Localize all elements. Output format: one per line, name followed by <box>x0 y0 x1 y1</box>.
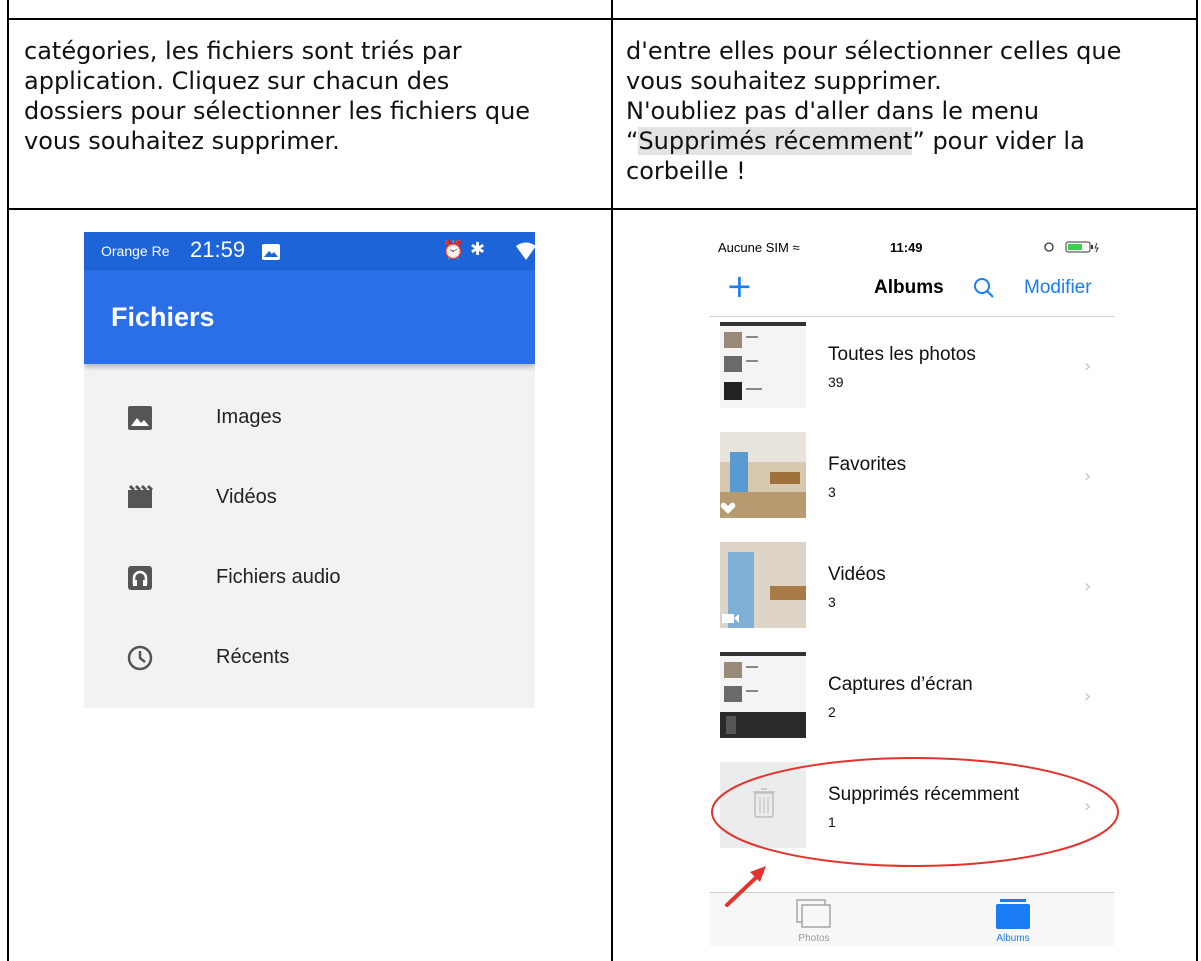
right-text-line: corbeille ! <box>626 157 746 185</box>
album-name: Supprimés récemment <box>828 784 1020 805</box>
carrier-label: Orange Re <box>101 243 170 259</box>
album-thumbnail <box>720 652 806 738</box>
tab-photos[interactable]: Photos <box>754 893 874 946</box>
ios-nav-bar: + Albums Modifier <box>710 260 1114 317</box>
category-label: Fichiers audio <box>216 566 341 588</box>
table-border-right <box>1196 0 1198 961</box>
right-text-line: vous souhaitez supprimer. <box>626 67 942 95</box>
chevron-right-icon: › <box>1084 686 1092 707</box>
battery-icon <box>1044 241 1104 256</box>
album-name: Vidéos <box>828 564 886 585</box>
tab-albums[interactable]: Albums <box>953 893 1073 946</box>
add-album-button[interactable]: + <box>726 266 753 306</box>
right-text-line: N'oubliez pas d'aller dans le menu <box>626 97 1040 125</box>
album-count: 1 <box>828 814 836 830</box>
trash-icon <box>753 788 775 822</box>
tab-label: Albums <box>996 933 1030 944</box>
album-count: 39 <box>828 374 844 390</box>
right-text-line: d'entre elles pour sélectionner celles q… <box>626 37 1122 65</box>
album-row-favorites[interactable]: Favorites 3 › <box>710 428 1114 538</box>
album-row-videos[interactable]: Vidéos 3 › <box>710 538 1114 648</box>
highlighted-menu-name: Supprimés récemment <box>638 127 913 155</box>
chevron-right-icon: › <box>1084 576 1092 597</box>
alarm-icon: ⏰ <box>442 240 465 261</box>
android-status-bar: Orange Re 21:59 ⏰ ✱ <box>84 232 535 270</box>
wifi-icon <box>516 242 535 264</box>
quote-open: “ <box>626 127 639 155</box>
right-text-line: “Supprimés récemment” pour vider la <box>626 126 1121 156</box>
clock-icon <box>126 644 158 676</box>
table-border-top <box>7 18 1198 20</box>
android-app-bar: Fichiers <box>84 270 535 364</box>
edit-button[interactable]: Modifier <box>1024 277 1092 299</box>
bluetooth-icon: ✱ <box>470 239 486 260</box>
quote-suffix: ” pour vider la <box>912 127 1085 155</box>
albums-tab-icon <box>996 899 1030 933</box>
table-border-left <box>7 0 9 961</box>
chevron-right-icon: › <box>1084 356 1092 377</box>
left-text-line: catégories, les fichiers sont triés par <box>24 37 462 65</box>
album-name: Favorites <box>828 454 907 475</box>
album-row-all-photos[interactable]: Toutes les photos 39 › <box>710 318 1114 428</box>
album-name: Toutes les photos <box>828 344 976 365</box>
app-title: Fichiers <box>111 302 215 332</box>
image-icon <box>126 404 158 436</box>
tab-label: Photos <box>798 933 830 944</box>
table-row-divider <box>7 208 1198 210</box>
category-label: Récents <box>216 646 290 668</box>
chevron-right-icon: › <box>1084 796 1092 817</box>
album-count: 3 <box>828 484 836 500</box>
category-item-images[interactable]: Images <box>84 394 535 454</box>
album-count: 2 <box>828 704 836 720</box>
ios-tab-bar: Photos Albums <box>710 892 1114 946</box>
category-label: Images <box>216 406 282 428</box>
album-thumbnail <box>720 322 806 408</box>
album-name: Captures d’écran <box>828 674 973 695</box>
left-text-line: application. Cliquez sur chacun des <box>24 67 450 95</box>
album-thumbnail <box>720 762 806 848</box>
table-border-middle <box>611 0 613 961</box>
nav-title: Albums <box>874 277 944 298</box>
album-row-recently-deleted[interactable]: Supprimés récemment 1 › <box>710 758 1114 868</box>
left-text-line: dossiers pour sélectionner les fichiers … <box>24 97 531 125</box>
album-count: 3 <box>828 594 836 610</box>
album-row-screenshots[interactable]: Captures d’écran 2 › <box>710 648 1114 758</box>
left-text-line: vous souhaitez supprimer. <box>24 127 340 155</box>
android-files-screenshot: Orange Re 21:59 ⏰ ✱ Fichiers Images Vidé… <box>84 232 535 708</box>
ios-albums-screenshot: Aucune SIM ≈ 11:49 + Albums Modifier Tou… <box>710 232 1114 946</box>
wifi-icon: ≈ <box>792 240 800 255</box>
headphones-icon <box>126 564 158 596</box>
album-thumbnail <box>720 542 806 628</box>
category-item-audio[interactable]: Fichiers audio <box>84 554 535 614</box>
photos-tab-icon <box>796 899 832 933</box>
search-icon[interactable] <box>972 276 996 304</box>
status-time: 11:49 <box>890 240 923 255</box>
video-clapper-icon <box>126 484 158 516</box>
album-thumbnail <box>720 432 806 518</box>
ios-status-bar: Aucune SIM ≈ 11:49 <box>710 232 1114 260</box>
carrier-label: Aucune SIM ≈ <box>718 240 800 255</box>
left-instruction-text: catégories, les fichiers sont triés par … <box>24 36 530 156</box>
right-instruction-text: d'entre elles pour sélectionner celles q… <box>626 36 1121 186</box>
category-label: Vidéos <box>216 486 277 508</box>
status-time: 21:59 <box>190 237 246 262</box>
category-item-recents[interactable]: Récents <box>84 634 535 694</box>
category-item-videos[interactable]: Vidéos <box>84 474 535 534</box>
image-notification-icon <box>262 244 280 264</box>
chevron-right-icon: › <box>1084 466 1092 487</box>
